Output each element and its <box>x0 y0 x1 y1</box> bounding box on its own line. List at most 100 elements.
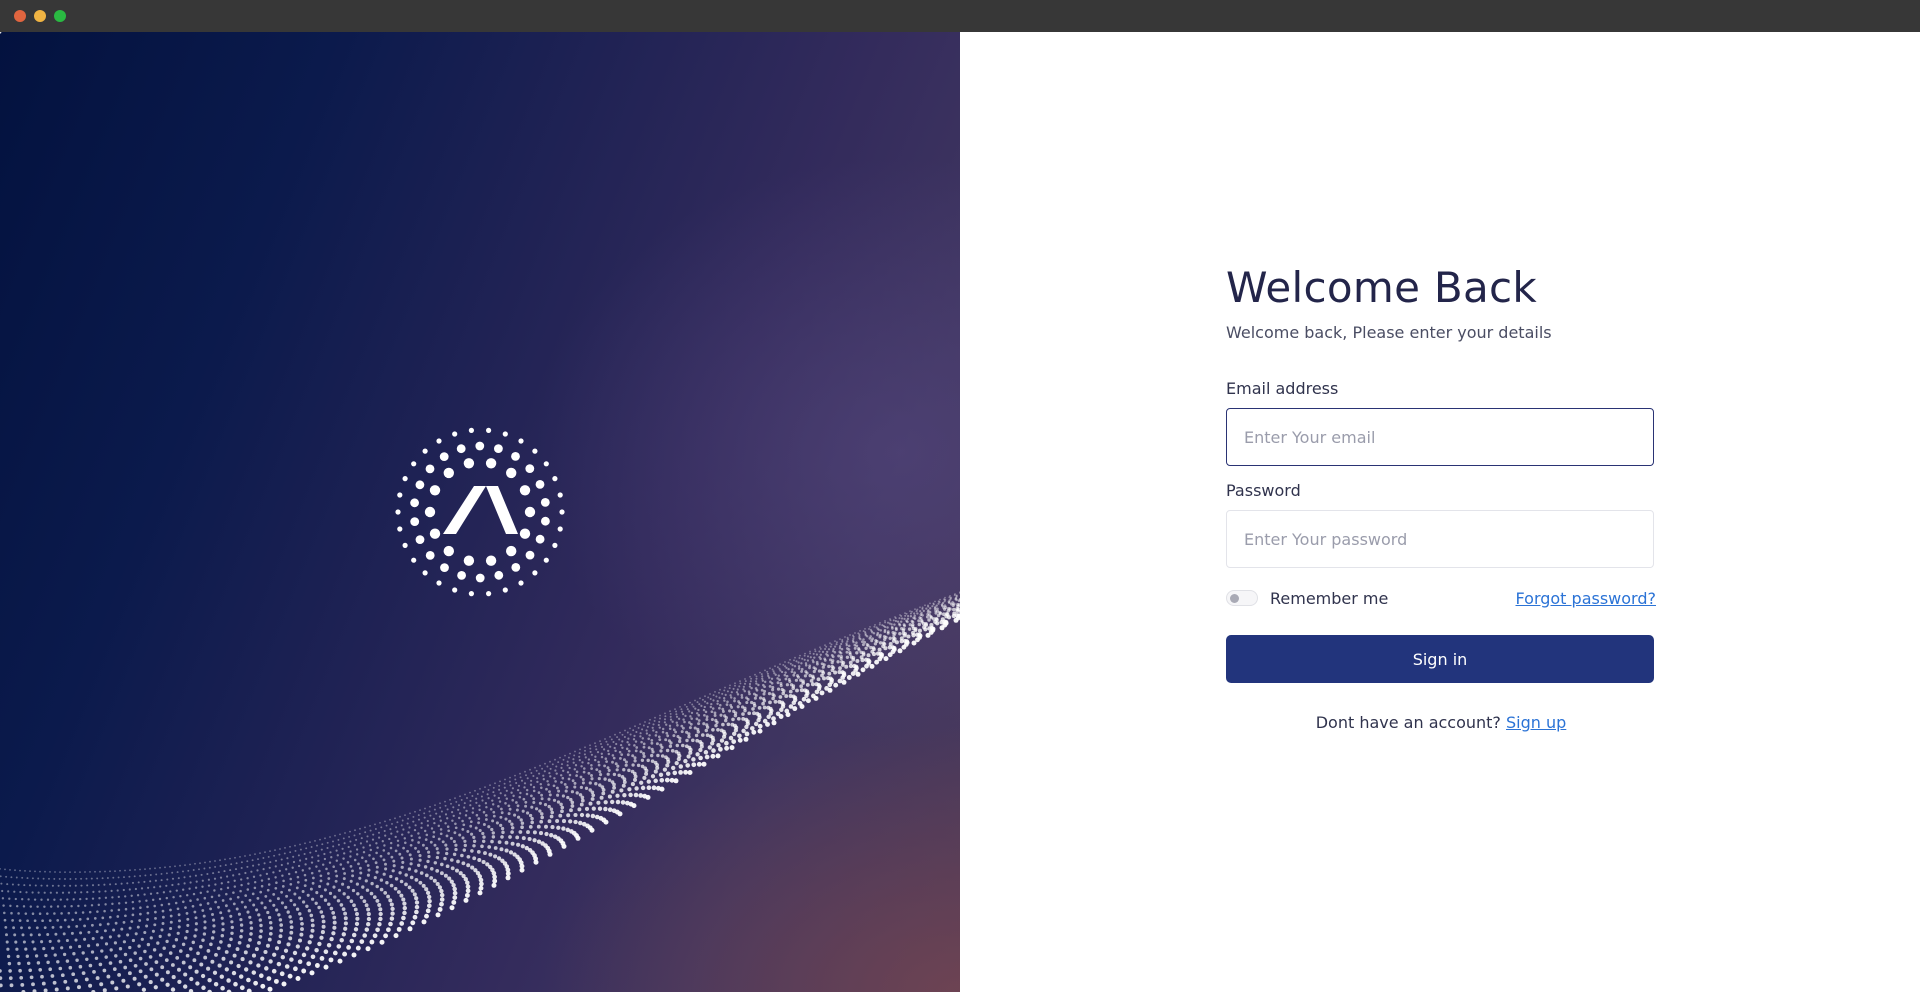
wave-dot <box>675 710 678 713</box>
wave-dot <box>332 845 335 848</box>
wave-dot <box>822 676 826 681</box>
wave-dot <box>589 750 592 753</box>
wave-dot <box>114 954 118 958</box>
wave-dot <box>788 679 792 683</box>
window-close-button[interactable] <box>14 10 26 22</box>
wave-dot <box>610 738 613 741</box>
wave-dot <box>310 918 315 923</box>
wave-dot <box>681 710 684 713</box>
window-minimize-button[interactable] <box>34 10 46 22</box>
wave-dot <box>779 663 781 665</box>
sign-up-link[interactable]: Sign up <box>1506 713 1566 732</box>
wave-dot <box>244 871 247 875</box>
wave-dot <box>785 683 790 687</box>
wave-dot <box>158 897 162 901</box>
wave-dot <box>889 619 892 622</box>
wave-dot <box>704 754 710 760</box>
wave-dot <box>372 933 378 939</box>
logo-dot <box>397 526 403 532</box>
email-field[interactable] <box>1226 408 1654 466</box>
wave-dot <box>51 925 55 929</box>
wave-dot <box>209 907 213 911</box>
wave-dot <box>401 819 404 822</box>
wave-dot <box>530 794 533 798</box>
wave-dot <box>206 949 211 953</box>
wave-dot <box>21 933 25 937</box>
wave-dot <box>464 814 468 817</box>
wave-dot <box>158 953 163 957</box>
wave-dot <box>517 784 521 787</box>
wave-dot <box>538 809 542 813</box>
remember-me-toggle[interactable] <box>1226 590 1258 606</box>
wave-dot <box>257 858 259 861</box>
wave-dot <box>233 879 236 882</box>
wave-dot <box>600 743 602 745</box>
wave-dot <box>788 689 793 694</box>
wave-dot <box>299 859 302 862</box>
wave-dot <box>154 879 157 882</box>
sign-in-button[interactable]: Sign in <box>1226 635 1654 683</box>
wave-dot <box>892 633 896 637</box>
wave-dot <box>146 911 150 915</box>
wave-dot <box>165 896 169 900</box>
wave-dot <box>144 962 148 966</box>
wave-dot <box>849 634 851 636</box>
wave-dot <box>463 802 466 805</box>
wave-dot <box>638 793 644 798</box>
wave-dot <box>519 772 521 775</box>
wave-dot <box>444 800 446 803</box>
wave-dot <box>532 801 536 804</box>
wave-dot <box>852 635 855 638</box>
wave-dot <box>119 869 121 872</box>
wave-dot <box>90 877 93 880</box>
wave-dot <box>301 968 307 974</box>
wave-dot <box>761 675 764 678</box>
wave-dot <box>471 811 475 814</box>
wave-dot <box>56 905 60 908</box>
wave-dot <box>398 871 402 875</box>
wave-dot <box>755 680 758 683</box>
wave-dot <box>296 880 300 884</box>
wave-dot <box>627 743 631 746</box>
wave-dot <box>412 892 417 897</box>
wave-dot <box>721 710 725 713</box>
wave-dot <box>394 877 399 881</box>
wave-dot <box>524 800 528 804</box>
wave-dot <box>688 750 693 755</box>
wave-dot <box>154 910 157 914</box>
wave-dot <box>317 859 320 863</box>
wave-dot <box>34 870 36 873</box>
wave-dot <box>33 898 37 901</box>
wave-dot <box>652 729 655 732</box>
wave-dot <box>56 919 60 922</box>
wave-dot <box>160 965 165 970</box>
wave-dot <box>374 823 376 826</box>
wave-dot <box>929 602 931 605</box>
wave-dot <box>768 684 772 688</box>
window-maximize-button[interactable] <box>54 10 66 22</box>
wave-dot <box>239 929 244 933</box>
wave-dot <box>690 711 694 715</box>
forgot-password-link[interactable]: Forgot password? <box>1516 589 1656 608</box>
wave-dot <box>372 833 375 836</box>
wave-dot <box>146 905 149 909</box>
wave-dot <box>337 838 340 841</box>
wave-dot <box>684 714 687 718</box>
wave-dot <box>439 802 441 805</box>
wave-dot <box>799 654 801 657</box>
wave-dot <box>144 868 146 870</box>
logo-dot <box>552 542 558 548</box>
wave-dot <box>349 865 353 868</box>
wave-dot <box>400 824 403 827</box>
wave-dot <box>435 847 439 851</box>
logo-dot <box>452 587 458 593</box>
wave-dot <box>272 903 276 907</box>
wave-dot <box>101 916 105 920</box>
password-field[interactable] <box>1226 510 1654 568</box>
wave-dot <box>364 831 367 834</box>
wave-dot <box>665 771 671 776</box>
wave-dot <box>402 901 407 906</box>
wave-dot <box>743 682 747 685</box>
wave-dot <box>122 940 126 944</box>
wave-dot <box>505 875 511 881</box>
